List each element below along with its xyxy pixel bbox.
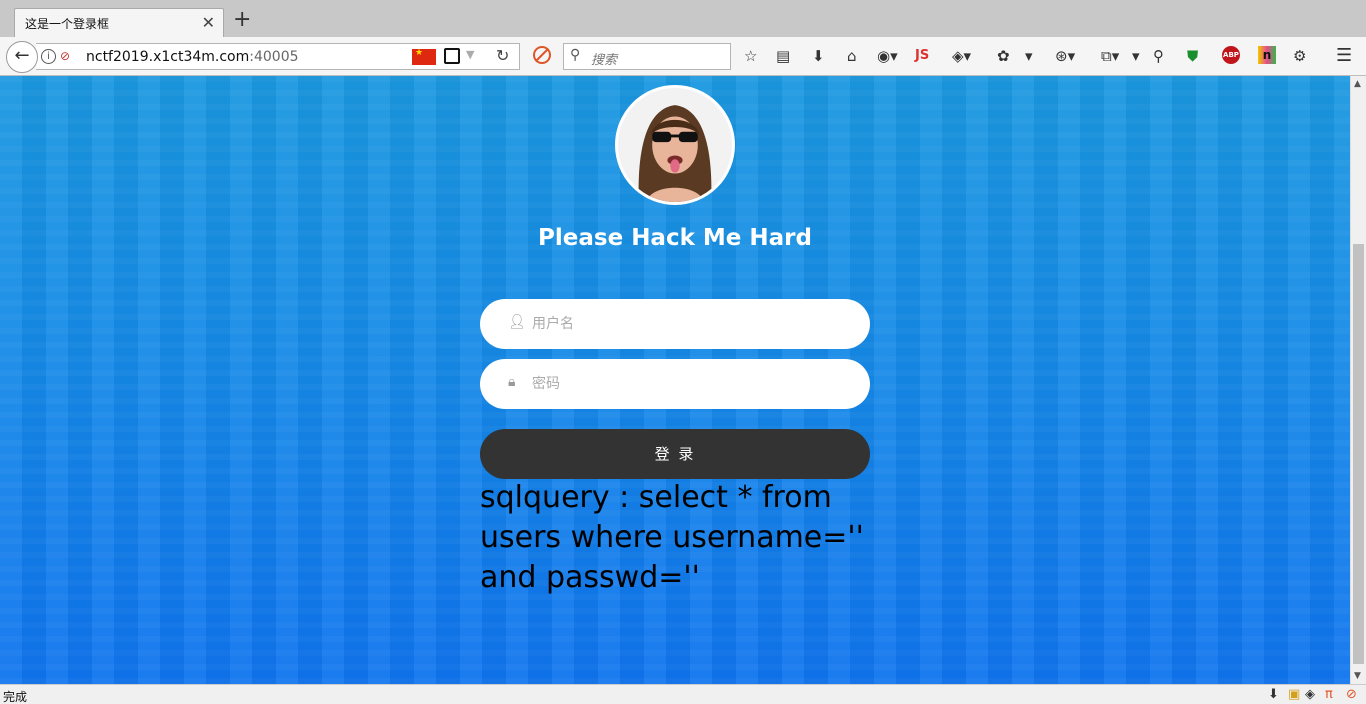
browser-tab[interactable]: 这是一个登录框 ✕ bbox=[14, 8, 224, 37]
proxy-menu-icon[interactable]: ⊛▾ bbox=[1055, 46, 1075, 66]
avatar bbox=[615, 85, 735, 205]
globe-icon[interactable]: ◈ bbox=[1305, 687, 1315, 702]
sql-query-text: sqlquery : select * from users where use… bbox=[480, 480, 864, 595]
user-icon: 👤︎ bbox=[508, 314, 526, 330]
username-field[interactable]: 👤︎ bbox=[480, 299, 870, 349]
tab-title: 这是一个登录框 bbox=[25, 17, 110, 31]
reload-icon[interactable]: ↻ bbox=[496, 46, 509, 65]
block-icon[interactable] bbox=[533, 46, 551, 64]
search-placeholder: 搜索 bbox=[591, 53, 618, 68]
status-text: 完成 bbox=[3, 690, 28, 704]
new-tab-icon[interactable]: + bbox=[233, 9, 251, 31]
url-host: nctf2019.x1ct34m.com bbox=[86, 49, 250, 65]
download-icon[interactable]: ⬇ bbox=[1268, 687, 1279, 702]
back-button[interactable]: ← bbox=[6, 41, 38, 73]
close-tab-icon[interactable]: ✕ bbox=[202, 13, 215, 32]
p-extension-icon[interactable]: ▣ bbox=[1288, 687, 1300, 702]
search-icon: ⚲ bbox=[570, 47, 581, 63]
globe-menu-icon[interactable]: ◉▾ bbox=[877, 46, 898, 66]
tab-strip: 这是一个登录框 ✕ + bbox=[0, 0, 1366, 37]
bookmark-star-icon[interactable]: ☆ bbox=[744, 46, 757, 66]
page-content: Please Hack Me Hard 👤︎ 🔒︎ 登 录 sqlquery :… bbox=[0, 76, 1350, 684]
adblock-icon[interactable]: ABP bbox=[1222, 46, 1240, 64]
password-field[interactable]: 🔒︎ bbox=[480, 359, 870, 409]
scroll-thumb[interactable] bbox=[1353, 244, 1364, 664]
menu-icon[interactable]: ☰ bbox=[1336, 46, 1352, 66]
url-text[interactable]: nctf2019.x1ct34m.com:40005 bbox=[86, 49, 299, 65]
nav-bar: i ⊘ nctf2019.x1ct34m.com:40005 ▼ ↻ ← ⚲ 搜… bbox=[0, 37, 1366, 76]
login-button[interactable]: 登 录 bbox=[480, 429, 870, 479]
zoom-icon[interactable]: ⚲ bbox=[1153, 46, 1164, 66]
url-port: :40005 bbox=[249, 49, 299, 65]
scroll-up-icon[interactable]: ▲ bbox=[1354, 79, 1361, 89]
gear-icon[interactable]: ⚙ bbox=[1293, 46, 1306, 66]
extension-n-icon[interactable]: n bbox=[1258, 46, 1276, 64]
chevron-down-icon[interactable]: ▾ bbox=[1132, 46, 1140, 66]
china-flag-icon[interactable] bbox=[412, 48, 436, 65]
scroll-down-icon[interactable]: ▼ bbox=[1354, 671, 1361, 681]
reading-list-icon[interactable]: ▤ bbox=[776, 46, 790, 66]
pi-extension-icon[interactable]: π bbox=[1325, 687, 1333, 702]
info-icon[interactable]: i bbox=[41, 49, 56, 64]
username-input[interactable] bbox=[532, 312, 842, 336]
tracking-protection-icon[interactable]: ⊘ bbox=[60, 49, 70, 63]
lock-icon: 🔒︎ bbox=[508, 374, 516, 390]
flag-extension-icon[interactable] bbox=[444, 48, 460, 64]
block-icon[interactable]: ⊘ bbox=[1346, 687, 1357, 702]
status-bar: 完成 ⬇ ▣ ◈ π ⊘ bbox=[0, 684, 1366, 704]
page-title: Please Hack Me Hard bbox=[538, 225, 812, 251]
password-input[interactable] bbox=[532, 372, 842, 396]
search-input[interactable]: ⚲ 搜索 bbox=[563, 43, 731, 70]
download-icon[interactable]: ⬇ bbox=[812, 46, 825, 66]
home-icon[interactable]: ⌂ bbox=[847, 46, 857, 66]
url-bar[interactable]: i ⊘ nctf2019.x1ct34m.com:40005 ▼ ↻ bbox=[36, 43, 520, 70]
chevron-down-icon[interactable]: ▼ bbox=[466, 48, 474, 61]
network-menu-icon[interactable]: ◈▾ bbox=[952, 46, 971, 66]
avatar-image bbox=[618, 88, 732, 202]
vertical-scrollbar[interactable]: ▲ ▼ bbox=[1350, 76, 1366, 684]
chevron-down-icon[interactable]: ▾ bbox=[1025, 46, 1033, 66]
shield-icon[interactable]: ⛊ bbox=[1187, 46, 1198, 66]
tabs-icon[interactable]: ⧉▾ bbox=[1101, 46, 1119, 66]
js-toggle-icon[interactable]: JS bbox=[915, 46, 929, 66]
palette-icon[interactable]: ✿ bbox=[997, 46, 1010, 66]
